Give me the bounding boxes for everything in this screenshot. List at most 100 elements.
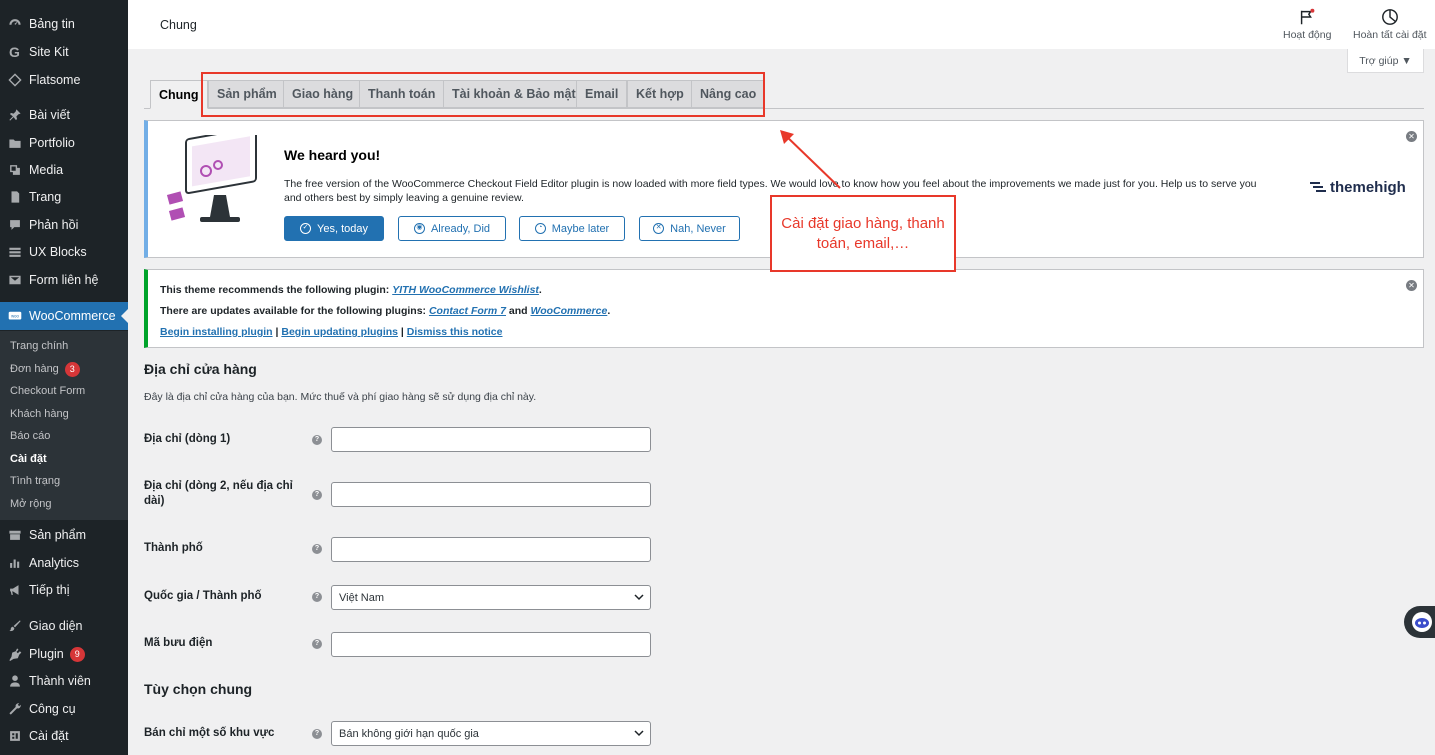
review-title: We heard you!: [284, 147, 381, 163]
help-tip-icon[interactable]: ?: [312, 639, 322, 649]
help-button[interactable]: Trợ giúp ▼: [1347, 49, 1424, 73]
dismiss-icon[interactable]: ✕: [1406, 131, 1417, 142]
help-tip-icon[interactable]: ?: [312, 729, 322, 739]
comment-icon: [7, 218, 22, 233]
submenu-customers[interactable]: Khách hàng: [10, 405, 69, 423]
chevron-down-icon: [634, 594, 644, 601]
menu-portfolio[interactable]: Portfolio: [0, 130, 128, 156]
annotation-text: Cài đặt giao hàng, thanh toán, email,…: [781, 214, 945, 252]
menu-label: Trang: [29, 190, 62, 204]
chatbot-icon: [1412, 612, 1432, 632]
general-options-title: Tùy chọn chung: [144, 681, 253, 697]
activity-label: Hoạt động: [1283, 29, 1332, 41]
submenu-status[interactable]: Tình trạng: [10, 472, 60, 490]
menu-label: Phản hồi: [29, 218, 79, 232]
begin-installing-link[interactable]: Begin installing plugin: [160, 326, 273, 338]
menu-marketing[interactable]: Tiếp thị: [0, 577, 128, 603]
postcode-input[interactable]: [331, 632, 651, 657]
settings-icon: [7, 729, 22, 744]
submenu-label: Đơn hàng: [10, 363, 59, 375]
sell-locations-select[interactable]: Bán không giới hạn quốc gia: [331, 721, 651, 746]
menu-products[interactable]: Sản phẩm: [0, 522, 128, 548]
finish-setup-button[interactable]: Hoàn tất cài đặt: [1353, 8, 1427, 41]
address1-input[interactable]: [331, 427, 651, 452]
menu-contact-form[interactable]: Form liên hệ: [0, 267, 128, 293]
submenu-label: Checkout Form: [10, 385, 86, 397]
select-value: Việt Nam: [339, 591, 385, 604]
menu-label: UX Blocks: [29, 245, 87, 259]
help-tip-icon[interactable]: ?: [312, 544, 322, 554]
address2-input[interactable]: [331, 482, 651, 507]
menu-plugins[interactable]: Plugin 9: [0, 641, 128, 667]
submenu-reports[interactable]: Báo cáo: [10, 427, 50, 445]
menu-label: Giao diện: [29, 619, 83, 633]
country-select[interactable]: Việt Nam: [331, 585, 651, 610]
submenu-label: Tình trạng: [10, 475, 61, 487]
contact-form-7-link[interactable]: Contact Form 7: [429, 305, 506, 317]
pin-icon: [7, 108, 22, 123]
progress-ring-icon: [1381, 9, 1398, 25]
actions-line: Begin installing plugin | Begin updating…: [160, 326, 503, 338]
help-label: Trợ giúp ▼: [1359, 54, 1412, 67]
submenu-label: Trang chính: [10, 340, 69, 352]
menu-settings[interactable]: Cài đặt: [0, 723, 128, 749]
menu-label: Portfolio: [29, 136, 75, 150]
submenu-settings[interactable]: Cài đặt: [10, 450, 47, 468]
menu-users[interactable]: Thành viên: [0, 668, 128, 694]
button-label: Nah, Never: [670, 222, 726, 235]
yes-today-button[interactable]: ✓ Yes, today: [284, 216, 384, 241]
dashboard-icon: [7, 17, 22, 32]
menu-label: Sản phẩm: [29, 528, 86, 542]
submenu-label: Khách hàng: [10, 408, 69, 420]
submenu-checkout-form[interactable]: Checkout Form: [10, 382, 85, 400]
menu-woocommerce[interactable]: woo WooCommerce: [0, 302, 128, 330]
menu-comments[interactable]: Phản hồi: [0, 212, 128, 238]
help-tip-icon[interactable]: ?: [312, 490, 322, 500]
nah-never-button[interactable]: ✕ Nah, Never: [639, 216, 740, 241]
menu-site-kit[interactable]: G Site Kit: [0, 39, 128, 65]
menu-posts[interactable]: Bài viết: [0, 102, 128, 128]
button-label: Yes, today: [317, 222, 368, 235]
menu-tools[interactable]: Công cụ: [0, 696, 128, 722]
menu-ux-blocks[interactable]: UX Blocks: [0, 239, 128, 265]
menu-flatsome[interactable]: Flatsome: [0, 67, 128, 93]
submenu-extensions[interactable]: Mở rộng: [10, 495, 51, 513]
activity-button[interactable]: Hoạt động: [1283, 8, 1331, 41]
notice-text: .: [538, 284, 542, 296]
chat-widget-button[interactable]: [1404, 606, 1435, 638]
recommend-line: This theme recommends the following plug…: [160, 284, 542, 296]
menu-dashboard[interactable]: Bảng tin: [0, 11, 128, 37]
postcode-label: Mã bưu điện: [144, 637, 213, 649]
yith-wishlist-link[interactable]: YITH WooCommerce Wishlist: [392, 284, 539, 296]
woocommerce-link[interactable]: WooCommerce: [531, 305, 608, 317]
submenu-orders[interactable]: Đơn hàng 3: [10, 360, 80, 378]
menu-pages[interactable]: Trang: [0, 184, 128, 210]
help-tip-icon[interactable]: ?: [312, 592, 322, 602]
begin-updating-link[interactable]: Begin updating plugins: [281, 326, 398, 338]
maybe-later-button[interactable]: ◔ Maybe later: [519, 216, 625, 241]
address1-label: Địa chỉ (dòng 1): [144, 433, 231, 445]
menu-analytics[interactable]: Analytics: [0, 550, 128, 576]
wrench-icon: [7, 702, 22, 717]
menu-label: Plugin: [29, 647, 64, 661]
svg-text:woo: woo: [11, 313, 19, 318]
submenu-home[interactable]: Trang chính: [10, 337, 68, 355]
submenu-label: Cài đặt: [10, 453, 47, 465]
themehigh-mark-icon: [1310, 181, 1326, 192]
notice-text: This theme recommends the following plug…: [160, 284, 393, 296]
woocommerce-submenu: Trang chính Đơn hàng 3 Checkout Form Khác…: [0, 331, 128, 520]
menu-label: Bài viết: [29, 108, 70, 122]
archive-icon: [7, 528, 22, 543]
tab-general[interactable]: Chung: [150, 80, 208, 109]
menu-media[interactable]: Media: [0, 157, 128, 183]
dismiss-notice-link[interactable]: Dismiss this notice: [407, 326, 503, 338]
already-did-button[interactable]: ◉ Already, Did: [398, 216, 506, 241]
close-circle-icon: ✕: [653, 223, 665, 234]
plugin-icon: [7, 647, 22, 662]
brand-name: themehigh: [1330, 179, 1406, 196]
menu-appearance[interactable]: Giao diện: [0, 613, 128, 639]
dismiss-icon[interactable]: ✕: [1406, 280, 1417, 291]
menu-label: Flatsome: [29, 73, 81, 87]
city-input[interactable]: [331, 537, 651, 562]
help-tip-icon[interactable]: ?: [312, 435, 322, 445]
